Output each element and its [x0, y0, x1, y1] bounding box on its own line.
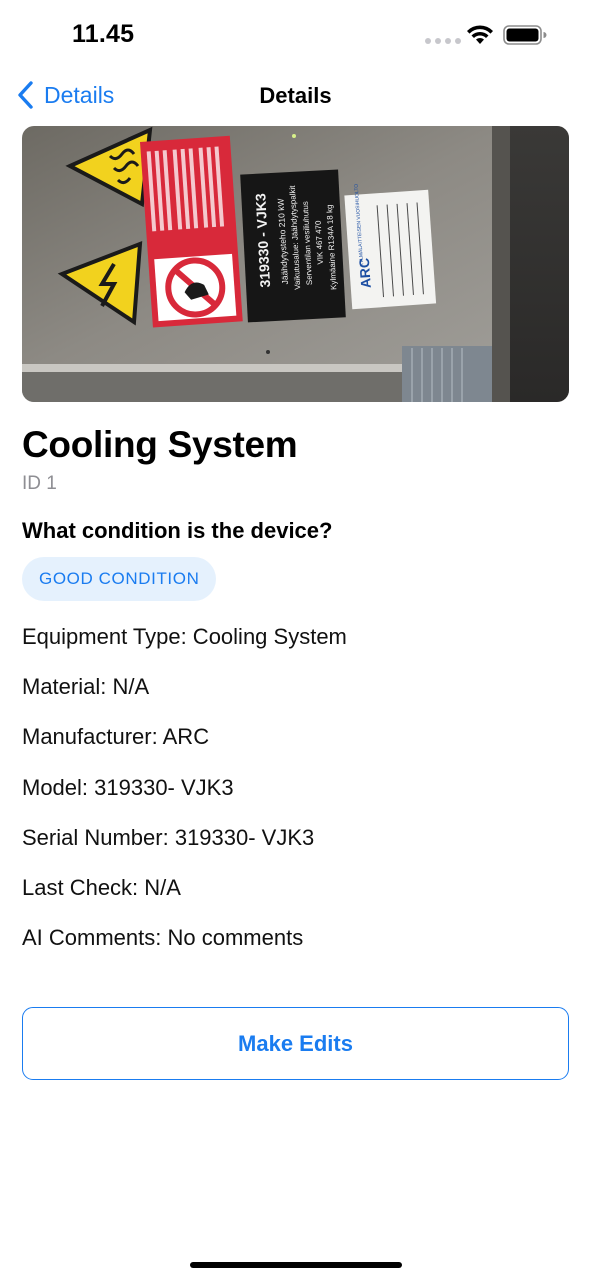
manufacturer-row: Manufacturer: ARC — [22, 724, 210, 749]
device-title: Cooling System — [22, 424, 298, 465]
equipment-photo-image: 319330 - VJK3 Jäähdytysteho 210 kW Vaiku… — [22, 126, 569, 402]
equipment-type-row: Equipment Type: Cooling System — [22, 624, 347, 649]
material-row: Material: N/A — [22, 674, 150, 699]
nav-title: Details — [259, 83, 332, 108]
condition-badge: GOOD CONDITION — [22, 557, 217, 601]
signal-icon — [425, 38, 461, 44]
equipment-photo: 319330 - VJK3 Jäähdytysteho 210 kW Vaiku… — [22, 126, 569, 402]
status-time: 11.45 — [72, 20, 135, 48]
navigation-bar: Details Details — [0, 70, 591, 124]
wifi-icon — [467, 25, 493, 44]
device-id: ID 1 — [22, 473, 57, 494]
model-row: Model: 319330- VJK3 — [22, 775, 234, 800]
status-bar: 11.45 — [0, 0, 591, 70]
serial-number-row: Serial Number: 319330- VJK3 — [22, 825, 315, 850]
battery-icon — [503, 25, 547, 45]
make-edits-button[interactable]: Make Edits — [22, 1007, 569, 1080]
ai-comments-row: AI Comments: No comments — [22, 925, 304, 950]
home-indicator[interactable] — [190, 1262, 402, 1268]
condition-question: What condition is the device? — [22, 518, 333, 543]
last-check-row: Last Check: N/A — [22, 875, 181, 900]
